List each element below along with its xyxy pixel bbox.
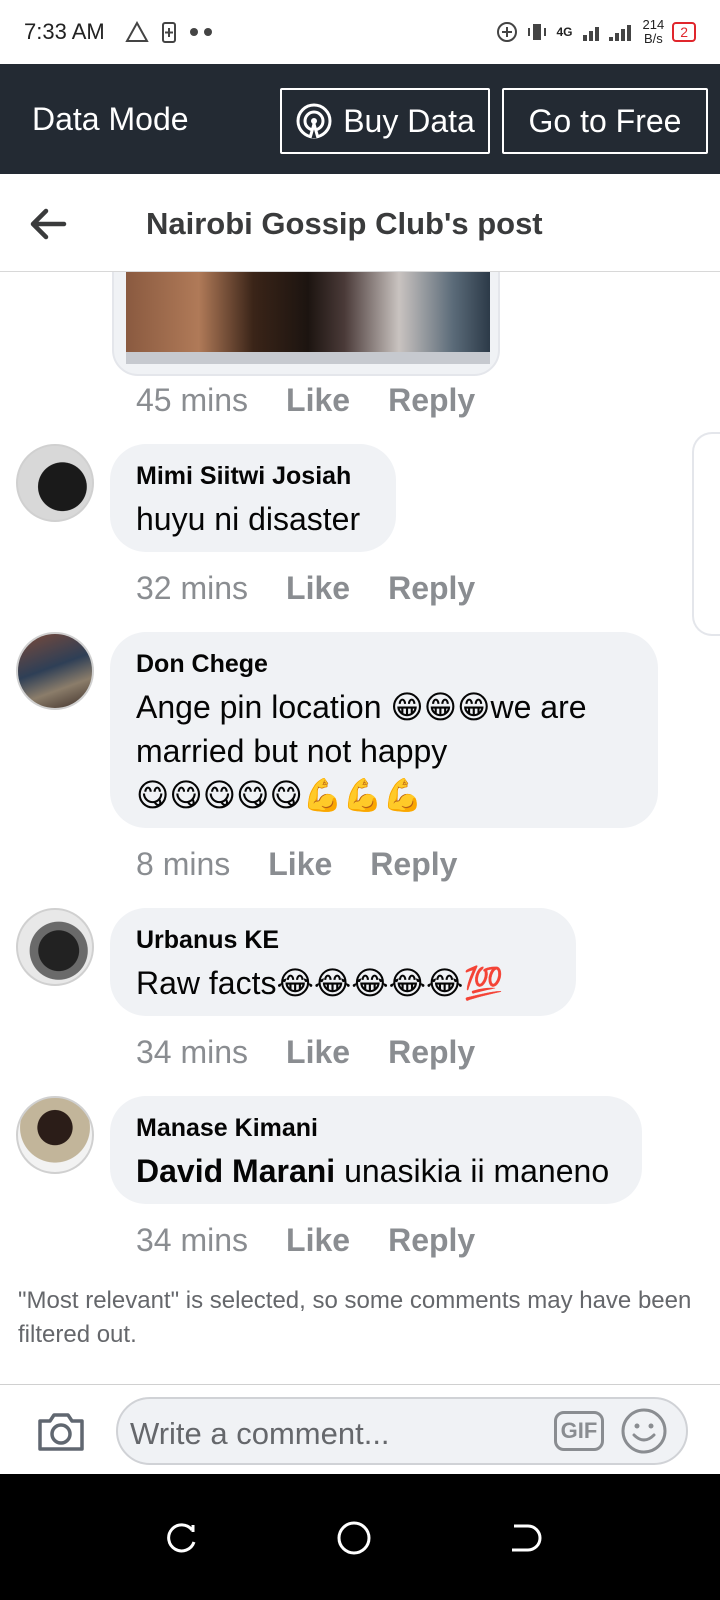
status-right-icons: 4G 214 B/s 2	[496, 18, 696, 46]
comment-bubble[interactable]: Don Chege Ange pin location 😁😁😁we are ma…	[110, 632, 658, 828]
comment-text-line: Ange pin location 😁😁😁we are	[136, 689, 587, 725]
battery-indicator: 2	[672, 22, 696, 42]
data-mode-bar: Data Mode Buy Data Go to Free	[0, 64, 720, 174]
avatar[interactable]	[16, 444, 94, 522]
comment-time: 32 mins	[136, 570, 249, 606]
comment-text: huyu ni disaster	[136, 501, 361, 537]
avatar[interactable]	[16, 1096, 94, 1174]
comments-list[interactable]: 45 mins Like Reply Mimi Siitwi Josiah hu…	[0, 272, 720, 1408]
post-header: Nairobi Gossip Club's post	[0, 174, 720, 272]
reply-button[interactable]: Reply	[388, 382, 475, 419]
home-icon[interactable]	[336, 1520, 372, 1556]
reply-button[interactable]: Reply	[388, 1222, 475, 1259]
system-nav-bar	[0, 1474, 720, 1600]
dots-icon	[189, 28, 212, 36]
broadcast-icon	[296, 103, 332, 139]
attached-photo-footer	[126, 352, 490, 364]
emoji-icon[interactable]	[620, 1407, 668, 1455]
comment-text-line: married but not happy	[136, 733, 448, 769]
comment-bubble[interactable]: Mimi Siitwi Josiah huyu ni disaster	[110, 444, 396, 552]
mention-link[interactable]: David Marani	[136, 1153, 335, 1189]
buy-data-button[interactable]: Buy Data	[280, 88, 490, 154]
status-bar: 7:33 AM 4G 214 B/s 2	[0, 0, 720, 64]
comment-text: David Marani unasikia ii maneno	[136, 1149, 616, 1193]
comment-bubble[interactable]: Urbanus KE Raw facts😂😂😂😂😂💯	[110, 908, 576, 1016]
comment-author[interactable]: Mimi Siitwi Josiah	[136, 462, 370, 491]
comment-time: 8 mins	[136, 846, 231, 882]
comment-author[interactable]: Urbanus KE	[136, 926, 550, 955]
battery-saver-icon	[161, 22, 176, 43]
comment-image-attachment[interactable]	[112, 272, 500, 376]
comment-meta: 34 mins Like Reply	[136, 1222, 475, 1259]
reply-button[interactable]: Reply	[370, 846, 457, 883]
comment-meta: 8 mins Like Reply	[136, 846, 457, 883]
reply-button[interactable]: Reply	[388, 1034, 475, 1071]
side-scroll-tab[interactable]	[692, 432, 720, 636]
add-circle-icon	[497, 22, 518, 42]
comment-placeholder: Write a comment...	[130, 1416, 390, 1451]
status-time: 7:33 AM	[24, 19, 105, 44]
network-type: 4G	[556, 25, 573, 39]
comment-time: 34 mins	[136, 1222, 249, 1258]
comment-bubble[interactable]: Manase Kimani David Marani unasikia ii m…	[110, 1096, 642, 1204]
speed-unit: B/s	[643, 31, 663, 46]
camera-icon[interactable]	[36, 1411, 86, 1453]
comment-meta: 32 mins Like Reply	[136, 570, 475, 607]
comment-text-line: 😋😋😋😋😋💪💪💪	[136, 777, 423, 813]
like-button[interactable]: Like	[286, 1222, 350, 1259]
like-button[interactable]: Like	[268, 846, 332, 883]
page-title: Nairobi Gossip Club's post	[146, 206, 543, 241]
comment-input[interactable]: Write a comment... GIF	[116, 1397, 688, 1465]
status-left-icons	[125, 20, 215, 44]
avatar[interactable]	[16, 632, 94, 710]
back-nav-icon[interactable]	[506, 1520, 542, 1556]
comment-text-body: unasikia ii maneno	[335, 1153, 610, 1189]
back-arrow-icon[interactable]	[28, 204, 68, 244]
comment-author[interactable]: Don Chege	[136, 650, 632, 679]
vibrate-icon	[528, 24, 547, 40]
recent-apps-icon[interactable]	[164, 1520, 200, 1556]
filter-notice: "Most relevant" is selected, so some com…	[18, 1287, 692, 1348]
avatar[interactable]	[16, 908, 94, 986]
comment-time: 34 mins	[136, 1034, 249, 1070]
go-to-free-button[interactable]: Go to Free	[502, 88, 708, 154]
signal-icon	[582, 25, 631, 41]
comment-meta: 45 mins Like Reply	[136, 382, 475, 419]
buy-data-label: Buy Data	[343, 102, 475, 139]
go-to-free-label: Go to Free	[528, 102, 682, 139]
comment-composer: Write a comment... GIF	[0, 1384, 720, 1474]
attached-photo	[126, 272, 490, 352]
comment-time: 45 mins	[136, 382, 249, 418]
reply-button[interactable]: Reply	[388, 570, 475, 607]
like-button[interactable]: Like	[286, 1034, 350, 1071]
comment-text: Raw facts😂😂😂😂😂💯	[136, 965, 504, 1001]
data-mode-label: Data Mode	[32, 100, 189, 137]
alert-triangle-icon	[125, 21, 149, 42]
speed-value: 214	[642, 17, 665, 32]
comment-author[interactable]: Manase Kimani	[136, 1114, 616, 1143]
like-button[interactable]: Like	[286, 570, 350, 607]
gif-button[interactable]: GIF	[554, 1411, 604, 1451]
network-speed: 214 B/s	[643, 18, 665, 46]
like-button[interactable]: Like	[286, 382, 350, 419]
comment-meta: 34 mins Like Reply	[136, 1034, 475, 1071]
